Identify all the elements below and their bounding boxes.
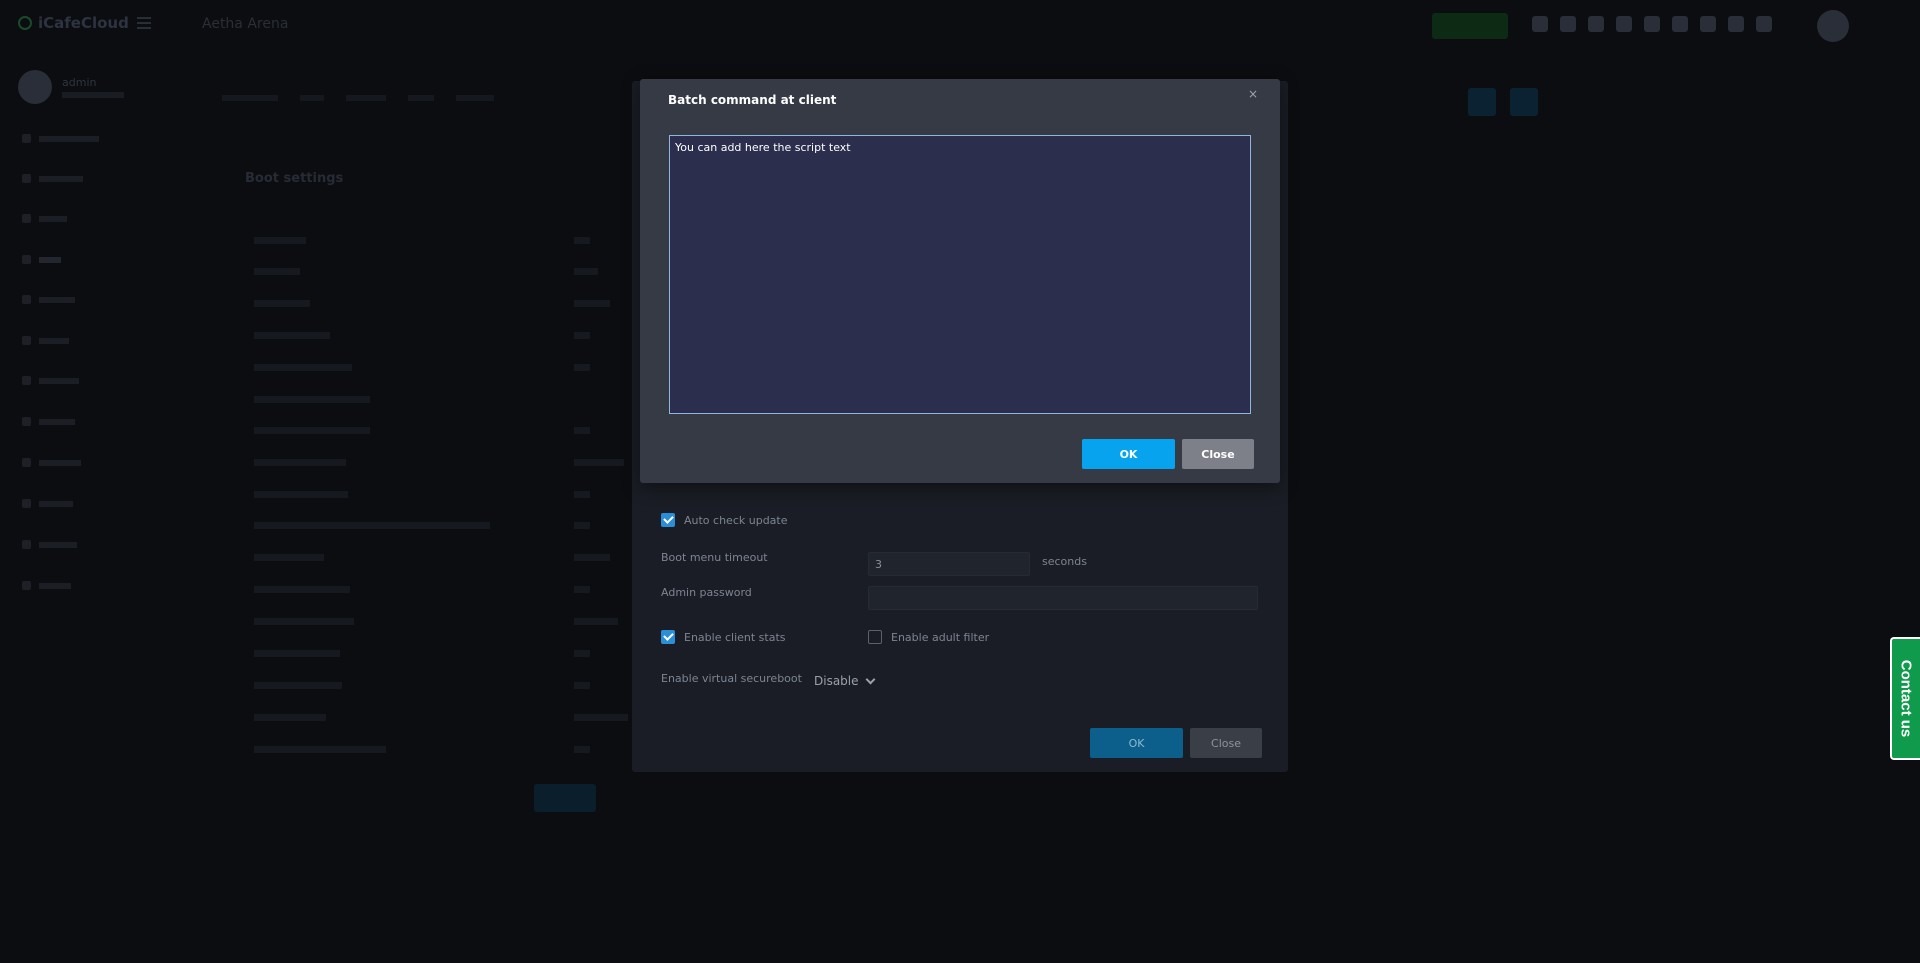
sidebar-item[interactable]	[22, 458, 81, 467]
brand-logo[interactable]: iCafeCloud	[18, 14, 129, 32]
sidebar-user: admin	[18, 70, 124, 104]
sidebar: admin	[0, 50, 200, 963]
sidebar-item[interactable]	[22, 336, 69, 345]
chevron-down-icon	[865, 674, 875, 684]
subnav-tab[interactable]	[222, 95, 278, 101]
ok-button[interactable]: OK	[1082, 439, 1175, 469]
sidebar-item[interactable]	[22, 540, 77, 549]
subnav-tab[interactable]	[408, 95, 434, 101]
virtual-secureboot-value: Disable	[814, 674, 859, 688]
boot-settings-table	[242, 220, 632, 760]
mail-icon[interactable]	[1756, 16, 1772, 32]
auto-check-update-label: Auto check update	[684, 513, 788, 527]
enable-adult-filter-label: Enable adult filter	[891, 630, 990, 644]
sidebar-item[interactable]	[22, 581, 71, 590]
page-title: Boot settings	[245, 171, 344, 186]
sidebar-item[interactable]	[22, 134, 99, 143]
close-icon[interactable]: ×	[1248, 88, 1258, 100]
auto-check-update-checkbox[interactable]	[661, 513, 675, 527]
top-avatar[interactable]	[1817, 10, 1849, 42]
admin-password-label: Admin password	[661, 586, 752, 599]
discord-icon[interactable]	[1588, 16, 1604, 32]
subnav-tab[interactable]	[456, 95, 494, 101]
subnav-tab[interactable]	[346, 95, 386, 101]
brand-name: iCafeCloud	[38, 14, 129, 32]
contact-us-label: Contact us	[1897, 659, 1915, 738]
stats-icon[interactable]	[1532, 16, 1548, 32]
sub-navigation	[222, 95, 494, 101]
trophy-icon[interactable]	[1560, 16, 1576, 32]
outer-close-button[interactable]: Close	[1190, 728, 1262, 758]
cloud-icon[interactable]	[1510, 88, 1538, 116]
avatar	[18, 70, 52, 104]
right-toolbar	[1468, 88, 1538, 116]
sidebar-item-boot[interactable]	[22, 255, 61, 264]
boot-menu-timeout-label: Boot menu timeout	[661, 551, 768, 564]
sidebar-item[interactable]	[22, 174, 83, 183]
top-bar: iCafeCloud Aetha Arena	[0, 0, 1920, 50]
globe-icon[interactable]	[1672, 16, 1688, 32]
user-name: admin	[62, 76, 97, 89]
save-button[interactable]	[534, 784, 596, 812]
subnav-tab[interactable]	[300, 95, 324, 101]
contact-us-tab[interactable]: Contact us	[1890, 637, 1920, 760]
dialog-title: Batch command at client	[668, 93, 837, 107]
batch-command-dialog: Batch command at client × You can add he…	[640, 79, 1280, 483]
sidebar-item[interactable]	[22, 499, 73, 508]
virtual-secureboot-label: Enable virtual secureboot	[661, 672, 802, 685]
sidebar-item[interactable]	[22, 417, 75, 426]
auto-check-update-row: Auto check update	[661, 513, 788, 527]
menu-toggle-icon[interactable]	[137, 17, 151, 29]
sidebar-item[interactable]	[22, 295, 75, 304]
topbar-action-button[interactable]	[1432, 13, 1508, 39]
close-button[interactable]: Close	[1182, 439, 1254, 469]
top-icon-bar	[1532, 16, 1772, 32]
outer-ok-button[interactable]: OK	[1090, 728, 1183, 758]
facebook-icon[interactable]	[1616, 16, 1632, 32]
cafe-name: Aetha Arena	[202, 16, 289, 32]
search-icon[interactable]	[1468, 88, 1496, 116]
youtube-icon[interactable]	[1644, 16, 1660, 32]
store-icon[interactable]	[1700, 16, 1716, 32]
sidebar-item[interactable]	[22, 214, 67, 223]
sidebar-item[interactable]	[22, 376, 79, 385]
enable-client-stats-row: Enable client stats	[661, 630, 786, 644]
enable-client-stats-label: Enable client stats	[684, 630, 786, 644]
enable-adult-filter-row: Enable adult filter	[868, 630, 989, 644]
script-textarea[interactable]: You can add here the script text	[669, 135, 1251, 414]
enable-adult-filter-checkbox[interactable]	[868, 630, 882, 644]
virtual-secureboot-select[interactable]: Disable	[814, 674, 875, 688]
user-role	[62, 92, 124, 98]
enable-client-stats-checkbox[interactable]	[661, 630, 675, 644]
boot-menu-timeout-input[interactable]: 3	[868, 552, 1030, 576]
partner-icon[interactable]	[1728, 16, 1744, 32]
logo-icon	[18, 16, 32, 30]
admin-password-input[interactable]	[868, 586, 1258, 610]
boot-menu-timeout-unit: seconds	[1042, 555, 1087, 568]
